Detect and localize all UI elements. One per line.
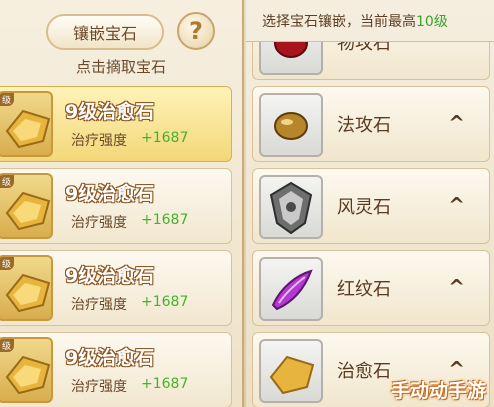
gem-stat-label: 治疗强度 [71,379,127,395]
inlaid-gem-list[interactable]: 级 9级治愈石 治疗强度 +1687 级 9级治愈石 治疗强度 +1687 级 … [0,84,236,407]
inlay-gem-tab[interactable]: 镶嵌宝石 [46,14,164,50]
gem-stat-label: 治疗强度 [71,215,127,231]
gem-slot: 级 [0,91,53,157]
gem-level-badge: 级 [0,257,15,270]
gem-stat-value: +1687 [141,294,189,310]
purple-feather-gem-icon [271,269,313,311]
gem-stat-label: 治疗强度 [71,133,127,149]
max-level-text: 10级 [416,13,448,30]
silver-shield-gem-icon [269,181,313,235]
gem-select-header: 选择宝石镶嵌，当前最高 10级 [246,0,494,42]
gem-name: 9级治愈石 [65,101,155,123]
expand-chevron-icon[interactable]: ^ [448,275,465,299]
gem-type-row-magic-attack[interactable]: 法攻石 ^ [252,86,490,162]
gem-slot: 级 [0,255,53,321]
expand-chevron-icon[interactable]: ^ [448,111,465,135]
inlay-gem-tab-label: 镶嵌宝石 [72,24,137,43]
amber-gem-icon [274,112,308,140]
gem-stat-value: +1687 [141,212,189,228]
gem-type-name: 风灵石 [337,197,391,218]
gem-name: 9级治愈石 [65,265,155,287]
gem-slot: 级 [0,337,53,403]
help-icon[interactable]: ? [177,12,215,50]
remove-gem-hint: 点击摘取宝石 [75,58,166,76]
gem-type-list[interactable]: 物攻石 ^ 法攻石 ^ [246,42,494,407]
inlaid-gems-panel: 镶嵌宝石 ? 点击摘取宝石 级 9级治愈石 治疗强度 +1687 级 9级治愈石… [0,0,244,407]
red-gem-icon [274,42,308,58]
gem-type-row-physical-attack[interactable]: 物攻石 ^ [252,42,490,80]
inlaid-gem-card[interactable]: 级 9级治愈石 治疗强度 +1687 [0,250,232,326]
gem-type-name: 物攻石 [337,42,391,54]
inlaid-gem-card[interactable]: 级 9级治愈石 治疗强度 +1687 [0,168,232,244]
gem-slot: 级 [0,173,53,239]
gem-level-badge: 级 [0,93,15,106]
gem-level-badge: 级 [0,175,15,188]
gem-stat-value: +1687 [141,130,189,146]
gem-icon-frame [259,93,323,157]
inlaid-gem-card[interactable]: 级 9级治愈石 治疗强度 +1687 [0,332,232,407]
gem-icon-frame [259,339,323,403]
gold-gem-icon [269,355,315,395]
gem-stat-value: +1687 [141,376,189,392]
gem-type-name: 治愈石 [337,361,391,382]
watermark-logo: 手动动手游 [390,380,486,402]
inlaid-gem-card[interactable]: 级 9级治愈石 治疗强度 +1687 [0,86,232,162]
gem-name: 9级治愈石 [65,347,155,369]
gem-inlay-screen: 镶嵌宝石 ? 点击摘取宝石 级 9级治愈石 治疗强度 +1687 级 9级治愈石… [0,0,494,407]
gem-icon-frame [259,42,323,75]
expand-chevron-icon[interactable]: ^ [448,193,465,217]
gem-select-panel: 选择宝石镶嵌，当前最高 10级 物攻石 ^ [246,0,494,407]
gem-type-row-wind-spirit[interactable]: 风灵石 ^ [252,168,490,244]
gem-icon-frame [259,175,323,239]
gem-type-name: 红纹石 [337,279,391,300]
header-text: 选择宝石镶嵌，当前最高 [262,13,416,30]
gem-name: 9级治愈石 [65,183,155,205]
expand-chevron-icon[interactable]: ^ [448,42,465,53]
gem-type-name: 法攻石 [337,115,391,136]
gem-stat-label: 治疗强度 [71,297,127,313]
gem-type-row-red-pattern[interactable]: 红纹石 ^ [252,250,490,326]
gem-icon-frame [259,257,323,321]
gem-level-badge: 级 [0,339,15,352]
